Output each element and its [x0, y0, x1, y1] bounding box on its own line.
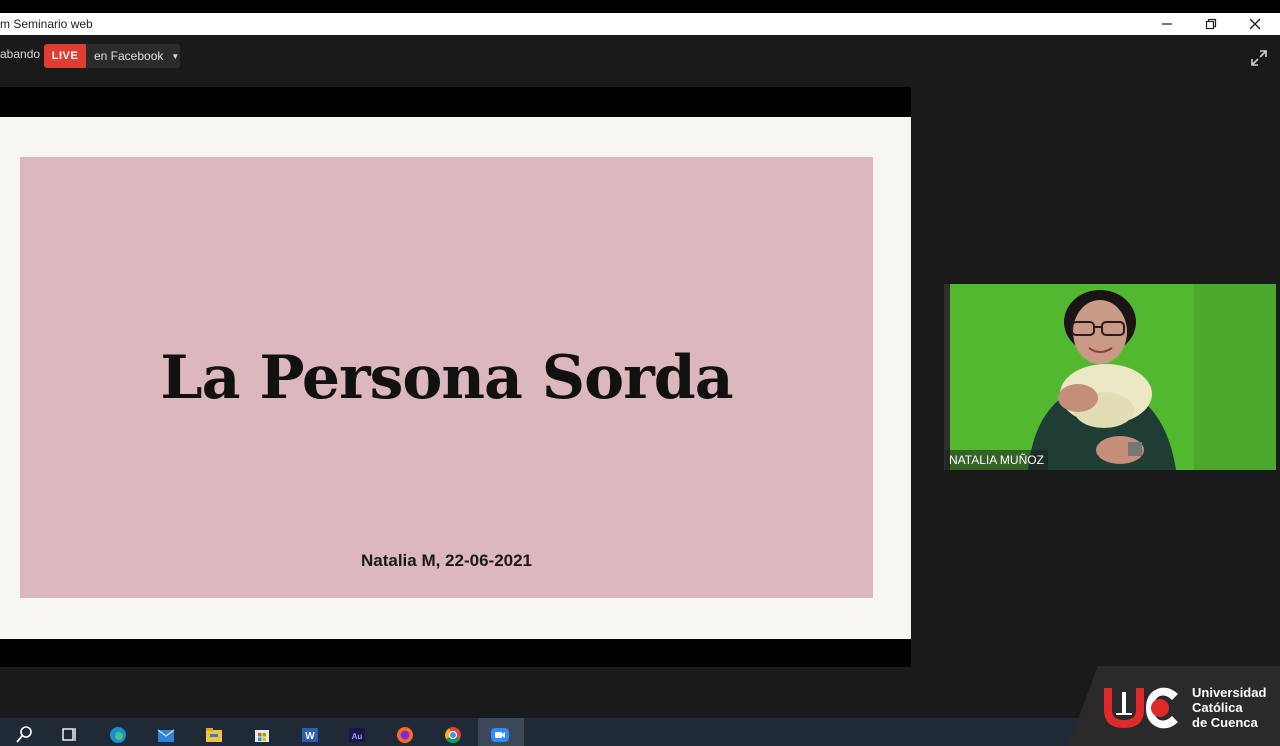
firefox-icon[interactable] — [395, 724, 415, 744]
logo-line-2: Católica — [1192, 700, 1243, 715]
edge-icon[interactable] — [108, 724, 128, 744]
university-logo-text: Universidad Católica de Cuenca — [1192, 685, 1266, 730]
file-explorer-icon[interactable] — [204, 724, 224, 744]
close-button[interactable] — [1233, 13, 1277, 35]
minimize-button[interactable] — [1145, 13, 1189, 35]
logo-line-1: Universidad — [1192, 685, 1267, 700]
stream-target-dropdown[interactable]: en Facebook ▼ — [86, 44, 180, 68]
recording-label: abando — [0, 47, 41, 61]
zoom-taskbar-button[interactable] — [478, 718, 524, 746]
participant-video-tile[interactable]: NATALIA MUÑOZ — [944, 284, 1276, 470]
meeting-window: abando LIVE en Facebook ▼ La Persona Sor… — [0, 35, 1280, 718]
screen-share-area: La Persona Sorda Natalia M, 22-06-2021 — [0, 87, 911, 667]
close-icon — [1249, 18, 1261, 30]
presentation-slide: La Persona Sorda Natalia M, 22-06-2021 — [0, 117, 911, 639]
window-titlebar: m Seminario web — [0, 13, 1280, 35]
zoom-icon — [491, 728, 509, 742]
caret-down-icon: ▼ — [171, 51, 180, 61]
store-icon[interactable] — [252, 724, 272, 744]
participant-name-tag: NATALIA MUÑOZ — [945, 450, 1048, 470]
live-badge[interactable]: LIVE — [44, 44, 86, 68]
slide-subtitle: Natalia M, 22-06-2021 — [360, 551, 533, 570]
logo-line-3: de Cuenca — [1192, 715, 1258, 730]
task-view-icon[interactable] — [60, 724, 80, 744]
restore-icon — [1205, 18, 1217, 30]
chrome-icon[interactable] — [443, 724, 463, 744]
participant-video-image — [944, 284, 1276, 470]
mail-icon[interactable] — [156, 724, 176, 744]
slide-content-panel: La Persona Sorda Natalia M, 22-06-2021 — [20, 157, 873, 598]
svg-text:W: W — [305, 731, 315, 742]
window-title: m Seminario web — [0, 17, 93, 31]
audition-icon[interactable]: Au — [347, 724, 367, 744]
university-emblem-icon — [1104, 687, 1178, 729]
minimize-icon — [1162, 23, 1172, 25]
svg-text:Au: Au — [352, 732, 363, 741]
search-icon[interactable] — [14, 724, 34, 744]
restore-button[interactable] — [1189, 13, 1233, 35]
university-logo-watermark: Universidad Católica de Cuenca — [1068, 666, 1280, 746]
stream-target-label: en Facebook — [94, 49, 164, 63]
top-black-strip — [0, 0, 1280, 13]
word-icon[interactable]: W — [300, 724, 320, 744]
slide-title: La Persona Sorda — [160, 343, 733, 413]
fullscreen-expand-icon[interactable] — [1250, 49, 1268, 67]
